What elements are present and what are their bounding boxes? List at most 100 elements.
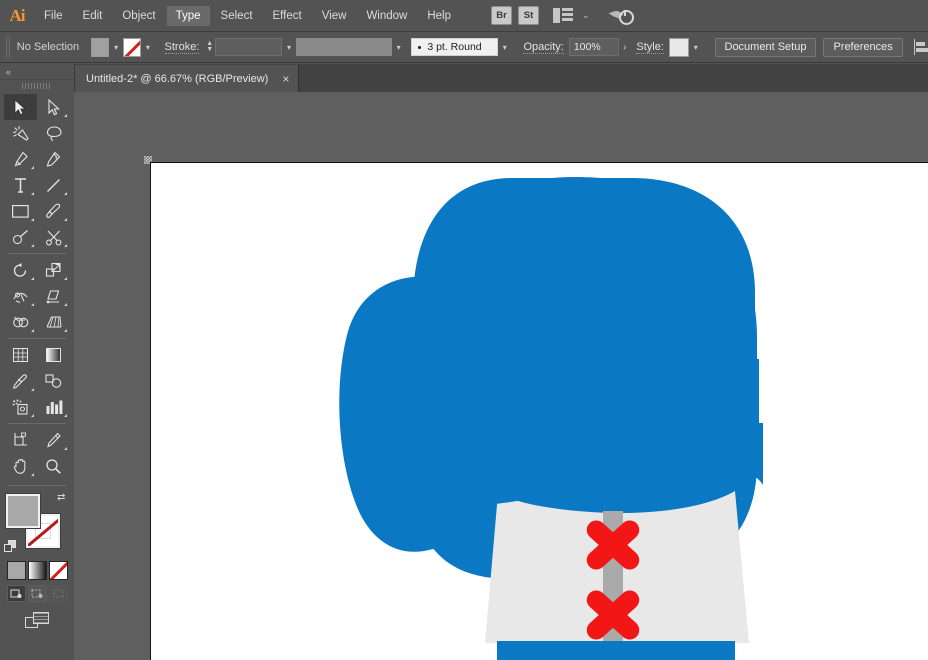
type-tool[interactable] bbox=[4, 172, 37, 198]
menu-bar: Ai File Edit Object Type Select Effect V… bbox=[0, 0, 928, 32]
menu-view[interactable]: View bbox=[313, 6, 356, 26]
shaper-tool[interactable] bbox=[4, 224, 37, 250]
tool-flyout-corner-icon bbox=[64, 192, 67, 195]
color-mode-buttons bbox=[4, 561, 70, 580]
menu-window[interactable]: Window bbox=[357, 6, 416, 26]
change-screen-mode-icon[interactable] bbox=[25, 612, 49, 629]
close-icon[interactable]: × bbox=[282, 73, 289, 85]
tool-flyout-corner-icon bbox=[31, 244, 34, 247]
tool-flyout-corner-icon bbox=[64, 277, 67, 280]
boxing-glove-illustration[interactable] bbox=[151, 163, 928, 660]
tool-flyout-corner-icon bbox=[64, 244, 67, 247]
tools-panel-collapse[interactable]: « bbox=[0, 64, 74, 80]
tools-panel-grip[interactable] bbox=[0, 80, 74, 91]
rectangle-tool[interactable] bbox=[4, 198, 37, 224]
preferences-button[interactable]: Preferences bbox=[823, 37, 903, 57]
column-graph-tool[interactable] bbox=[37, 394, 70, 420]
style-swatch[interactable] bbox=[668, 37, 690, 57]
zoom-tool[interactable] bbox=[37, 453, 70, 479]
bridge-button[interactable]: Br bbox=[491, 6, 512, 25]
brush-definition-chevron-icon[interactable]: ▾ bbox=[498, 38, 511, 57]
width-tool[interactable] bbox=[4, 283, 37, 309]
fill-dropdown-chevron-icon[interactable]: ▾ bbox=[109, 38, 122, 57]
creative-cloud-sync-icon[interactable] bbox=[608, 7, 634, 25]
stroke-dropdown-chevron-icon[interactable]: ▾ bbox=[141, 38, 154, 57]
fill-stroke-controls: ⇄ bbox=[4, 492, 70, 558]
pen-tool[interactable] bbox=[4, 146, 37, 172]
stroke-weight-field[interactable] bbox=[214, 38, 283, 56]
canvas-area[interactable] bbox=[74, 92, 928, 660]
perspective-grid-tool[interactable] bbox=[37, 309, 70, 335]
workspace-switcher-icon[interactable] bbox=[553, 8, 573, 23]
default-fill-stroke-icon[interactable] bbox=[4, 540, 18, 553]
symbol-sprayer-tool[interactable] bbox=[4, 394, 37, 420]
document-setup-button[interactable]: Document Setup bbox=[714, 37, 817, 57]
paintbrush-tool[interactable] bbox=[37, 198, 70, 224]
menu-edit[interactable]: Edit bbox=[74, 6, 112, 26]
eyedropper-tool[interactable] bbox=[4, 368, 37, 394]
magic-wand-tool[interactable] bbox=[4, 120, 37, 146]
draw-inside-mode-button[interactable] bbox=[48, 585, 68, 602]
selection-tool[interactable] bbox=[4, 94, 37, 120]
fill-color-swatch[interactable] bbox=[6, 494, 40, 528]
gradient-mode-button[interactable] bbox=[27, 561, 47, 580]
menu-file[interactable]: File bbox=[35, 6, 72, 26]
screen-mode-control bbox=[4, 612, 70, 629]
draw-normal-mode-button[interactable] bbox=[6, 585, 26, 602]
none-mode-button[interactable] bbox=[48, 561, 68, 580]
fill-swatch[interactable] bbox=[91, 37, 110, 57]
rotate-tool[interactable] bbox=[4, 257, 37, 283]
control-bar-grip[interactable] bbox=[6, 36, 11, 58]
stroke-swatch[interactable] bbox=[122, 37, 142, 57]
document-tab[interactable]: Untitled-2* @ 66.67% (RGB/Preview) × bbox=[74, 65, 300, 92]
menu-type[interactable]: Type bbox=[166, 5, 210, 26]
tool-group-navigation bbox=[4, 427, 70, 479]
free-transform-tool[interactable] bbox=[37, 283, 70, 309]
tool-flyout-corner-icon bbox=[31, 192, 34, 195]
style-chevron-icon[interactable]: ▾ bbox=[689, 38, 702, 57]
lasso-tool[interactable] bbox=[37, 120, 70, 146]
shape-builder-tool[interactable] bbox=[4, 309, 37, 335]
color-mode-button[interactable] bbox=[6, 561, 26, 580]
artboard[interactable] bbox=[150, 162, 928, 660]
menu-help[interactable]: Help bbox=[418, 6, 460, 26]
document-tab-title: Untitled-2* @ 66.67% (RGB/Preview) bbox=[86, 72, 269, 85]
stroke-profile-chevron-icon[interactable]: ▾ bbox=[392, 38, 405, 57]
stroke-weight-stepper[interactable]: ▲ ▼ bbox=[204, 38, 215, 57]
artboard-tool[interactable] bbox=[4, 427, 37, 453]
opacity-field[interactable]: 100% bbox=[568, 38, 620, 56]
tools-divider bbox=[8, 423, 66, 424]
draw-behind-mode-button[interactable] bbox=[27, 585, 47, 602]
tool-flyout-corner-icon bbox=[64, 329, 67, 332]
illustrator-window: Ai File Edit Object Type Select Effect V… bbox=[0, 0, 928, 660]
tools-divider bbox=[8, 485, 66, 486]
mesh-tool[interactable] bbox=[4, 342, 37, 368]
align-panel-icon[interactable] bbox=[912, 39, 928, 55]
scale-tool[interactable] bbox=[37, 257, 70, 283]
chevron-down-icon[interactable]: ⌄ bbox=[582, 10, 590, 21]
tool-flyout-corner-icon bbox=[64, 303, 67, 306]
tool-group-transform bbox=[4, 257, 70, 335]
hand-tool[interactable] bbox=[4, 453, 37, 479]
app-logo-icon: Ai bbox=[9, 5, 26, 25]
scissors-tool[interactable] bbox=[37, 224, 70, 250]
line-segment-tool[interactable] bbox=[37, 172, 70, 198]
curvature-tool[interactable] bbox=[37, 146, 70, 172]
blend-tool[interactable] bbox=[37, 368, 70, 394]
opacity-flyout-icon[interactable]: › bbox=[623, 42, 626, 53]
swap-fill-stroke-icon[interactable]: ⇄ bbox=[57, 492, 70, 505]
tool-flyout-corner-icon bbox=[31, 303, 34, 306]
menu-object[interactable]: Object bbox=[113, 6, 164, 26]
menu-bar-right-tools: Br St ⌄ bbox=[491, 6, 634, 25]
gradient-tool[interactable] bbox=[37, 342, 70, 368]
control-bar: No Selection ▾ ▾ Stroke: ▲ ▼ ▾ ▾ 3 pt. Ro… bbox=[0, 32, 928, 63]
stroke-weight-chevron-icon[interactable]: ▾ bbox=[282, 38, 295, 57]
menu-effect[interactable]: Effect bbox=[264, 6, 311, 26]
menu-select[interactable]: Select bbox=[212, 6, 262, 26]
stroke-profile-field[interactable] bbox=[295, 38, 392, 56]
direct-selection-tool[interactable] bbox=[37, 94, 70, 120]
slice-tool[interactable] bbox=[37, 427, 70, 453]
tool-flyout-corner-icon bbox=[31, 277, 34, 280]
brush-definition-field[interactable]: 3 pt. Round bbox=[411, 38, 499, 56]
stock-button[interactable]: St bbox=[518, 6, 539, 25]
